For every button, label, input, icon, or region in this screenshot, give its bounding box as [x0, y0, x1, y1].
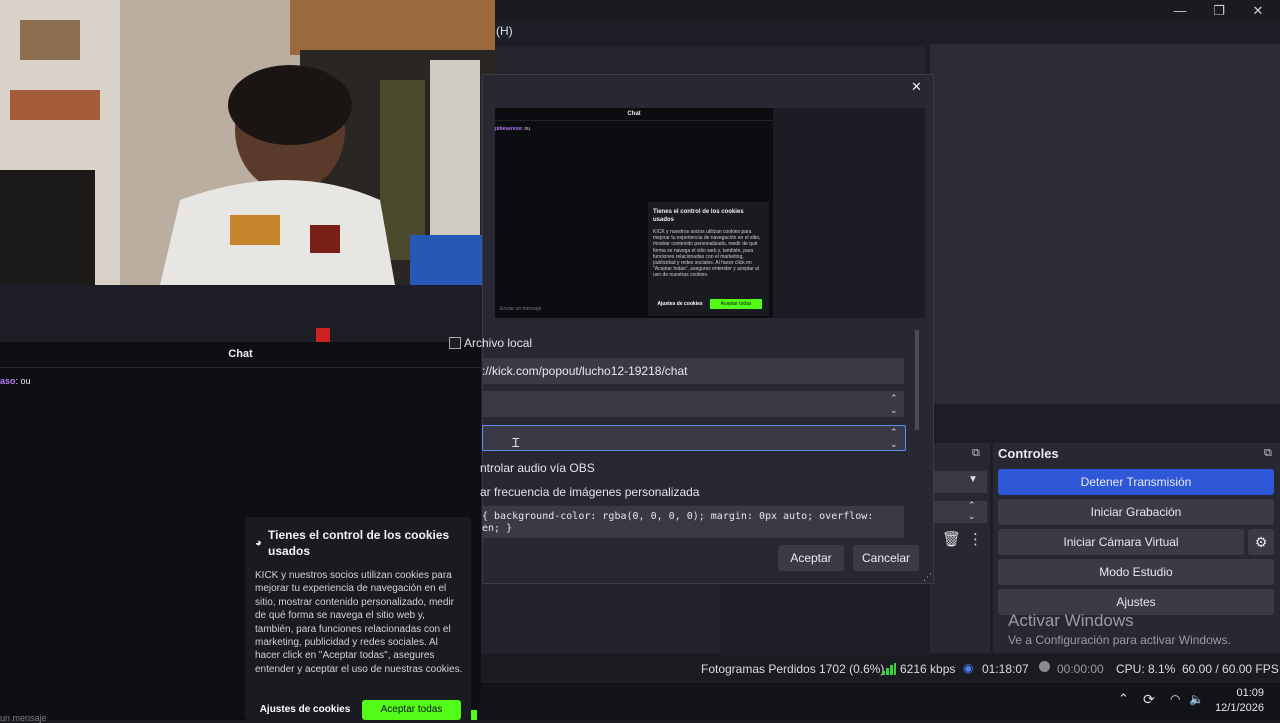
webcam-feed	[0, 0, 495, 285]
clock-date[interactable]: 12/1/2026	[1204, 702, 1264, 714]
scrollbar[interactable]	[915, 330, 919, 430]
sources-dock	[480, 580, 720, 653]
activate-windows-title: Activar Windows	[1008, 611, 1134, 630]
dropdown[interactable]	[932, 471, 987, 493]
height-spinbox[interactable]	[482, 425, 906, 451]
preview-cookie-settings: Ajustes de cookies	[657, 301, 703, 307]
resize-grip-icon[interactable]: ⋰	[923, 572, 932, 583]
chat-header: Chat	[0, 342, 481, 368]
preview-cookie-accept: Aceptar todas	[710, 299, 762, 309]
local-file-label: Archivo local	[464, 336, 533, 350]
cookie-title: Tienes el control de los cookies usados	[268, 528, 450, 558]
chat-input[interactable]: un mensaje	[0, 713, 47, 723]
spinbox[interactable]	[932, 501, 987, 523]
text-cursor-icon: Ꮖ	[512, 436, 520, 450]
dock-float-icon[interactable]: ⧉	[1264, 447, 1272, 460]
chat-message: aso: ou	[0, 376, 31, 386]
record-time: 00:00:00	[1057, 662, 1104, 676]
preview-chat-header: Chat	[627, 111, 641, 117]
spin-arrows-icon[interactable]: ⌃ ⌄	[968, 500, 976, 522]
cpu-usage: CPU: 8.1%	[1116, 662, 1176, 676]
input-accent	[471, 710, 477, 720]
volume-icon[interactable]: 🔈	[1189, 692, 1204, 706]
trash-icon[interactable]: 🗑	[942, 530, 961, 548]
start-recording-button[interactable]: Iniciar Grabación	[998, 499, 1274, 525]
tag-marker	[316, 328, 330, 342]
dialog-close-button[interactable]: ✕	[911, 79, 922, 95]
menu-help[interactable]: (H)	[496, 24, 513, 38]
activate-windows-subtitle: Ve a Configuración para activar Windows.	[1008, 633, 1231, 647]
close-window-button[interactable]: ✕	[1238, 2, 1278, 20]
preview-cookie-body: KICK y nuestros socios utilizan cookies …	[653, 229, 761, 279]
record-icon	[1039, 661, 1050, 672]
bitrate: 6216 kbps	[900, 662, 956, 676]
live-icon: ◉	[963, 661, 974, 675]
maximize-button[interactable]: ❐	[1199, 2, 1239, 20]
css-line-2: en; }	[482, 523, 513, 534]
wifi-icon[interactable]: ◠	[1170, 692, 1180, 706]
preview-divider	[495, 120, 773, 121]
spin-arrows-icon[interactable]: ⌃ ⌄	[890, 392, 898, 416]
start-virtual-camera-button[interactable]: Iniciar Cámara Virtual	[998, 529, 1244, 555]
preview-chat-input: Enviar un mensaje	[500, 306, 542, 312]
controls-title: Controles	[998, 446, 1059, 461]
cookie-settings-button[interactable]: Ajustes de cookies	[255, 700, 355, 720]
stop-streaming-button[interactable]: Detener Transmisión	[998, 469, 1274, 495]
url-input[interactable]: ://kick.com/popout/lucho12-19218/chat	[482, 358, 904, 384]
chevron-down-icon: ▼	[968, 474, 978, 485]
more-options-icon[interactable]: ⋮	[968, 530, 983, 548]
spin-arrows-icon[interactable]: ⌃ ⌄	[890, 426, 898, 450]
signal-bars-icon	[882, 662, 896, 680]
ok-button[interactable]: Aceptar	[778, 545, 844, 571]
url-value: ://kick.com/popout/lucho12-19218/chat	[482, 364, 688, 378]
sync-icon[interactable]: ⟳	[1143, 691, 1155, 708]
background-window	[495, 46, 925, 74]
width-spinbox[interactable]	[482, 391, 904, 417]
clock-time[interactable]: 01:09	[1214, 687, 1264, 699]
gear-icon[interactable]: ⚙	[1248, 529, 1274, 555]
preview-chat-username: pibeservoo	[495, 126, 522, 132]
chat-username[interactable]: aso	[0, 376, 16, 386]
cookie-body: KICK y nuestros socios utilizan cookies …	[255, 570, 463, 675]
cookie-accept-button[interactable]: Aceptar todas	[362, 700, 461, 720]
scene-strip	[0, 285, 495, 328]
taskbar	[480, 683, 1280, 720]
cancel-button[interactable]: Cancelar	[853, 545, 919, 571]
preview-chat-message: pibeservoo: ou	[495, 126, 530, 132]
dock-float-icon[interactable]: ⧉	[972, 447, 980, 460]
stream-time: 01:18:07	[982, 662, 1029, 676]
custom-fps-label[interactable]: ar frecuencia de imágenes personalizada	[480, 485, 699, 499]
canvas-preview	[930, 44, 1280, 404]
cookie-icon: ◕	[255, 537, 262, 549]
control-audio-label[interactable]: ntrolar audio vía OBS	[480, 461, 595, 475]
dropped-frames: Fotogramas Perdidos 1702 (0.6%)	[701, 662, 885, 676]
chevron-up-icon[interactable]: ⌃	[1118, 691, 1129, 707]
preview-cookie-title: Tienes el control de los cookies usados	[653, 209, 744, 223]
preview-chat-text: : ou	[521, 126, 531, 132]
studio-mode-button[interactable]: Modo Estudio	[998, 559, 1274, 585]
minimize-button[interactable]: —	[1160, 2, 1200, 20]
chat-text: : ou	[15, 376, 31, 386]
fps-counter: 60.00 / 60.00 FPS	[1182, 662, 1279, 676]
local-file-checkbox[interactable]	[449, 337, 461, 349]
css-line-1: { background-color: rgba(0, 0, 0, 0); ma…	[482, 511, 874, 522]
